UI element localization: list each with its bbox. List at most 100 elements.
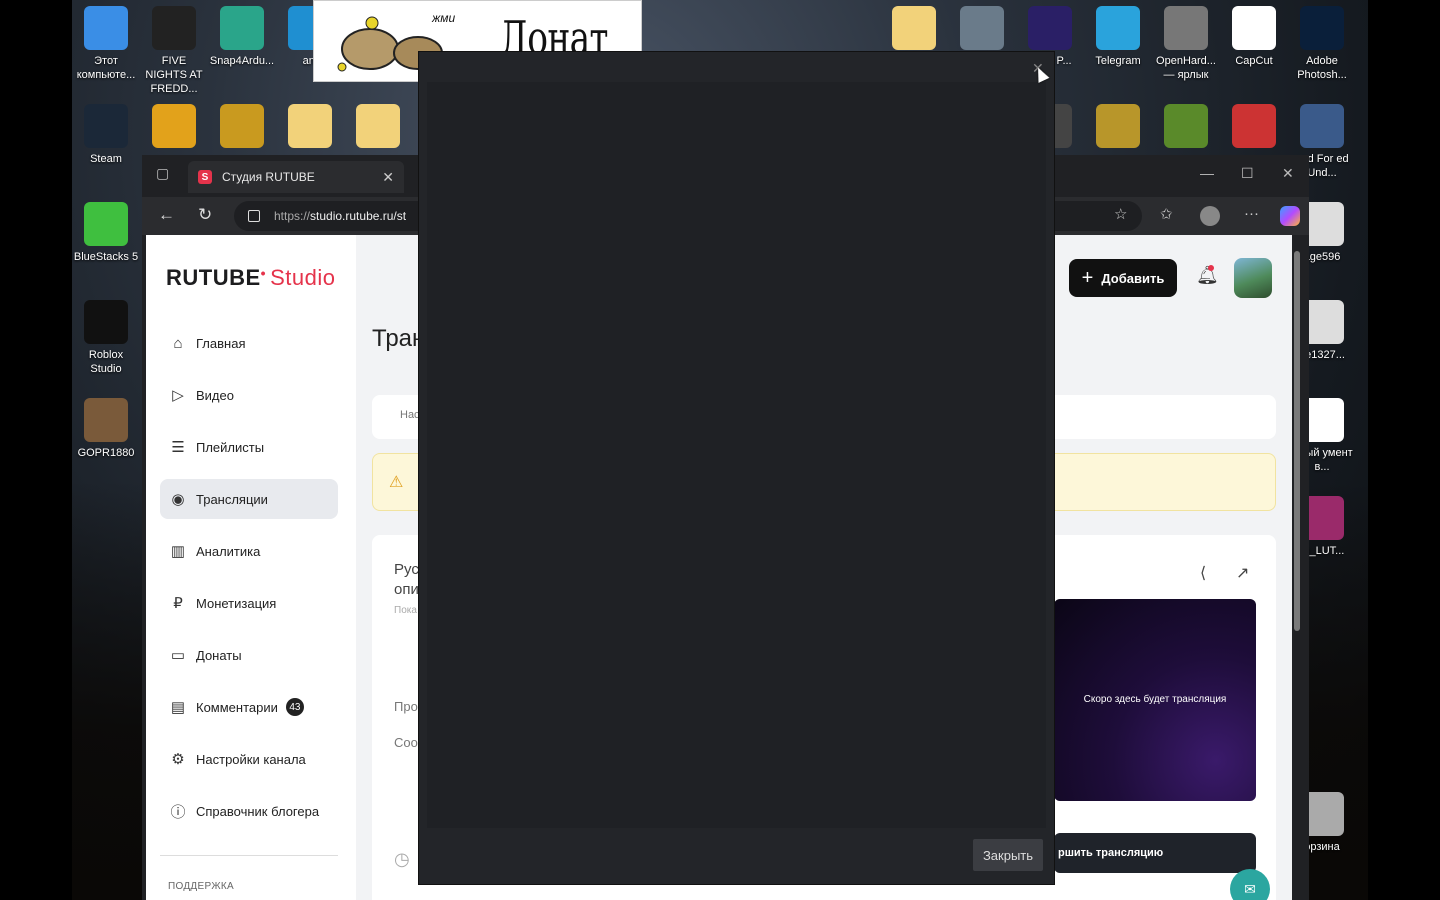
url-host: studio.rutube.ru/st (310, 209, 407, 223)
sidebar-item-label: Комментарии (196, 699, 278, 715)
maximize-icon[interactable]: ☐ (1241, 165, 1254, 182)
sidebar-item-label: Аналитика (196, 543, 261, 559)
favorites-icon[interactable]: ✩ (1160, 205, 1173, 223)
desktop-icon[interactable]: FIVE NIGHTS AT FREDD... (140, 6, 208, 96)
desktop-icon-label: Telegram (1095, 55, 1141, 67)
letterbox-right (1368, 0, 1440, 900)
desktop-icon[interactable] (880, 6, 948, 54)
refresh-icon[interactable]: ↻ (198, 205, 212, 225)
desktop-icon-label: Этот компьюте... (76, 55, 136, 81)
avatar[interactable] (1234, 258, 1272, 298)
desktop-icon[interactable] (948, 6, 1016, 54)
more-icon[interactable]: ··· (1244, 205, 1259, 222)
desktop-icon-label: Steam (90, 153, 122, 165)
desktop-icon[interactable]: CapCut (1220, 6, 1288, 68)
share-icon[interactable]: ⟨ (1200, 563, 1206, 583)
desktop-icon[interactable]: Snap4Ardu... (208, 6, 276, 68)
desktop-icon[interactable] (1152, 104, 1220, 152)
desktop-icon[interactable]: Telegram (1084, 6, 1152, 68)
warning-icon: ⚠ (389, 474, 404, 491)
photo-icon (84, 398, 128, 442)
desktop-icon[interactable]: Adobe Photosh... (1288, 6, 1356, 82)
desktop-icon[interactable] (276, 104, 344, 152)
bluestacks-icon (84, 202, 128, 246)
snap-icon (220, 6, 264, 50)
add-button[interactable]: + Добавить (1069, 259, 1177, 297)
unreal-icon (152, 6, 196, 50)
desktop-icon[interactable] (1220, 104, 1288, 152)
desktop-icon[interactable]: BlueStacks 5 (72, 202, 140, 264)
external-link-icon[interactable]: ↗ (1236, 563, 1249, 583)
copilot-icon[interactable] (1280, 206, 1300, 226)
desktop-icon[interactable]: Steam (72, 104, 140, 166)
desktop-icon[interactable] (1084, 104, 1152, 152)
browser-tab[interactable]: S Студия RUTUBE ✕ (188, 161, 404, 193)
dark-modal-dialog: ✕ Закрыть (419, 52, 1054, 884)
sidebar-item-label: Плейлисты (196, 439, 265, 455)
row-label-1: Про (394, 699, 418, 714)
desktop-icon-label: Adobe Photosh... (1297, 55, 1347, 81)
sidebar: RUTUBE• Studio ⌂ Главная ▷ Видео ☰ Плейлисты ◉ Т… (146, 235, 356, 900)
sidebar-item[interactable]: ▷ Видео (160, 375, 338, 415)
sidebar-item-label: Монетизация (196, 595, 277, 611)
rutube-favicon-icon: S (198, 170, 212, 184)
sidebar-item-label: Справочник блогера (196, 803, 320, 819)
url-prefix: https:// (274, 209, 311, 223)
modal-content-area (427, 82, 1046, 828)
finish-stream-button[interactable]: ршить трансляцию (1054, 833, 1256, 873)
add-button-label: Добавить (1101, 270, 1165, 286)
sidebar-item[interactable]: ▥ Аналитика (160, 531, 338, 571)
window-close-icon[interactable]: ✕ (1282, 165, 1294, 182)
playlist-icon: ☰ (171, 439, 185, 456)
desktop-icon[interactable] (140, 104, 208, 152)
desktop-icon[interactable] (208, 104, 276, 152)
broadcast-icon: ◉ (171, 491, 185, 508)
sidebar-divider (160, 855, 338, 856)
folder-icon (892, 6, 936, 50)
sidebar-item[interactable]: ▤ Комментарии 43 (160, 687, 338, 727)
desktop-icon-label: GOPR1880 (77, 447, 135, 459)
scrollbar[interactable] (1294, 251, 1300, 631)
profile-icon[interactable] (1200, 206, 1220, 226)
sidebar-item[interactable]: ₽ Монетизация (160, 583, 338, 623)
desktop-icon[interactable]: Roblox Studio (72, 300, 140, 376)
field-label: Нас (400, 409, 420, 421)
desktop-icon-label: Roblox Studio (88, 349, 124, 375)
folder-icon (288, 104, 332, 148)
desktop-icon-label: FIVE NIGHTS AT FREDD... (145, 55, 203, 95)
nfs-icon (1300, 104, 1344, 148)
sidebar-item[interactable]: ⌂ Главная (160, 323, 338, 363)
desktop-icon[interactable] (344, 104, 412, 152)
steam-icon (84, 104, 128, 148)
sidebar-item[interactable]: ▭ Донаты (160, 635, 338, 675)
sidebar-item[interactable]: ☰ Плейлисты (160, 427, 338, 467)
sidebar-item[interactable]: ◉ Трансляции (160, 479, 338, 519)
hint-label: Пока (394, 605, 417, 616)
minimize-icon[interactable]: — (1200, 165, 1214, 181)
tab-actions-icon[interactable]: ▢ (156, 165, 169, 182)
sidebar-item[interactable]: ⚙ Настройки канала (160, 739, 338, 779)
lang-label-1: Рус (394, 561, 419, 578)
tab-close-icon[interactable]: ✕ (382, 169, 394, 186)
telegram-icon (1096, 6, 1140, 50)
ruble-icon: ₽ (173, 595, 183, 612)
logo-suffix: Studio (270, 265, 336, 290)
fnaf-icon (220, 104, 264, 148)
home-icon: ⌂ (173, 334, 183, 352)
favorite-star-icon[interactable]: ☆ (1114, 205, 1127, 223)
gta-icon (1164, 104, 1208, 148)
desktop-icon[interactable]: Этот компьюте... (72, 6, 140, 82)
sidebar-item[interactable]: ⓘ Справочник блогера (160, 791, 338, 831)
modal-close-button[interactable]: Закрыть (973, 839, 1043, 871)
desktop-icon[interactable]: OpenHard... — ярлык (1152, 6, 1220, 82)
notification-dot (1208, 265, 1214, 271)
computer-icon (84, 6, 128, 50)
comment-icon: ▤ (170, 699, 186, 716)
desktop-icon[interactable]: GOPR1880 (72, 398, 140, 460)
premiere-icon (1028, 6, 1072, 50)
info-icon: ⓘ (170, 803, 186, 821)
sidebar-item-label: Настройки канала (196, 751, 306, 767)
rutube-studio-logo[interactable]: RUTUBE• Studio (166, 265, 335, 291)
capcut-icon (1232, 6, 1276, 50)
back-icon[interactable]: ← (158, 205, 175, 225)
